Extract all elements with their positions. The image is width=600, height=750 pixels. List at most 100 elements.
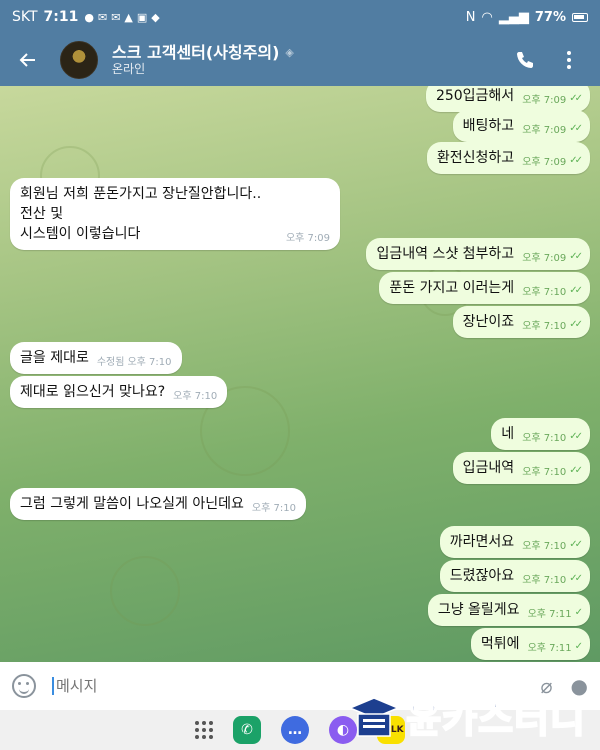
- message-meta: 오후 7:11 ✓: [527, 639, 584, 654]
- read-check-icon: ✓✓: [569, 285, 583, 296]
- nfc-icon: N: [465, 9, 476, 25]
- chat-title-row: 스크 고객센터(사칭주의) ◈: [112, 43, 294, 62]
- edited-label: 수정됨: [96, 357, 125, 368]
- message-time: 오후 7:09: [522, 95, 567, 106]
- signal-icon: ▂▄▆: [498, 9, 529, 25]
- message-time: 오후 7:09: [522, 253, 567, 264]
- read-check-icon: ✓✓: [569, 319, 583, 330]
- message-text: 제대로 읽으신거 맞나요?: [20, 384, 166, 400]
- message-meta: 오후 7:09 ✓✓: [522, 91, 583, 106]
- message-text: 회원님 저희 푼돈가지고 장난질안합니다.. 전산 및 시스템이 이렇습니다: [20, 186, 262, 242]
- message-bubble[interactable]: 까라면서요 오후 7:10 ✓✓: [439, 526, 590, 558]
- message-meta: 오후 7:10 ✓✓: [522, 537, 583, 552]
- read-check-icon: ✓✓: [569, 465, 583, 476]
- chat-status: 온라인: [112, 62, 146, 77]
- status-right: N ◠ ▂▄▆ 77%: [466, 10, 588, 25]
- message-meta: 오후 7:10 ✓✓: [522, 317, 583, 332]
- message-meta: 오후 7:09 ✓✓: [522, 249, 583, 264]
- message-bubble[interactable]: 그냥 올릴게요 오후 7:11 ✓: [427, 594, 590, 626]
- emoji-icon[interactable]: [12, 674, 36, 698]
- mute-icon: ◈: [285, 46, 294, 60]
- message-bubble[interactable]: 푼돈 가지고 이러는게 오후 7:10 ✓✓: [379, 272, 590, 304]
- message-text: 푼돈 가지고 이러는게: [389, 280, 515, 296]
- message-bubble[interactable]: 장난이죠 오후 7:10 ✓✓: [452, 306, 590, 338]
- message-time: 오후 7:10: [522, 541, 567, 552]
- carrier-label: SKT: [12, 9, 38, 25]
- message-meta: 오후 7:10 ✓✓: [522, 283, 583, 298]
- image-notification-icon: ▣: [136, 10, 148, 24]
- status-left: SKT 7:11 ● ✉ ✉ ▲ ▣ ◆: [12, 9, 160, 25]
- message-meta: 오후 7:11 ✓: [527, 605, 584, 620]
- message-meta: 오후 7:09: [286, 229, 330, 244]
- message-time: 오후 7:10: [522, 321, 567, 332]
- warning-notification-icon: ▲: [124, 10, 133, 24]
- message-text: 환전신청하고: [436, 150, 515, 166]
- message-list[interactable]: 250입금해서 오후 7:09 ✓✓ 배팅하고 오후 7:09 ✓✓ 환전신청하고 …: [0, 86, 600, 662]
- more-notification-icon: ◆: [151, 10, 160, 24]
- message-bubble[interactable]: 글을 제대로 수정됨 오후 7:10: [10, 342, 182, 374]
- message-bubble[interactable]: 드렸잖아요 오후 7:10 ✓✓: [439, 560, 590, 592]
- status-bar: SKT 7:11 ● ✉ ✉ ▲ ▣ ◆ N ◠ ▂▄▆ 77%: [0, 0, 600, 34]
- back-arrow-icon[interactable]: [10, 42, 46, 78]
- chat-notification-icon: ●: [84, 10, 94, 24]
- message-text: 입금내역 스샷 첨부하고: [376, 246, 515, 262]
- message-bubble[interactable]: 그럼 그렇게 말씀이 나오실게 아닌데요 오후 7:10: [10, 488, 306, 520]
- message-time: 오후 7:10: [173, 391, 218, 402]
- notification-icons: ● ✉ ✉ ▲ ▣ ◆: [84, 11, 159, 24]
- message-text: 네: [501, 426, 515, 442]
- message-time: 오후 7:10: [522, 287, 567, 298]
- messages-app-icon[interactable]: …: [281, 716, 309, 744]
- message-time: 오후 7:10: [522, 467, 567, 478]
- message-time: 오후 7:10: [127, 357, 172, 368]
- message-text: 그럼 그렇게 말씀이 나오실게 아닌데요: [20, 496, 244, 512]
- read-check-icon: ✓✓: [569, 123, 583, 134]
- message-time: 오후 7:09: [522, 125, 567, 136]
- message-text: 배팅하고: [462, 118, 515, 134]
- message-time: 오후 7:11: [527, 643, 572, 654]
- message-time: 오후 7:11: [527, 609, 572, 620]
- message-meta: 오후 7:09 ✓✓: [522, 121, 583, 136]
- message-text: 그냥 올릴게요: [437, 602, 520, 618]
- message-time: 오후 7:09: [522, 157, 567, 168]
- message-time: 오후 7:09: [285, 233, 330, 244]
- avatar[interactable]: [60, 41, 98, 79]
- wifi-icon: ◠: [481, 9, 493, 25]
- message-meta: 오후 7:10 ✓✓: [522, 571, 583, 586]
- watermark-logo: 윤카스터디: [348, 688, 586, 743]
- read-check-icon: ✓✓: [569, 251, 583, 262]
- message-bubble[interactable]: 250입금해서 오후 7:09 ✓✓: [425, 86, 590, 112]
- message-bubble[interactable]: 입금내역 오후 7:10 ✓✓: [452, 452, 590, 484]
- chat-title: 스크 고객센터(사칭주의): [112, 43, 280, 63]
- message-bubble[interactable]: 환전신청하고 오후 7:09 ✓✓: [426, 142, 590, 174]
- message-bubble[interactable]: 네 오후 7:10 ✓✓: [491, 418, 590, 450]
- app-drawer-icon[interactable]: [195, 721, 213, 739]
- watermark-text: 윤카스터디: [405, 696, 586, 742]
- header-actions: [512, 47, 590, 73]
- phone-app-icon[interactable]: ✆: [233, 716, 261, 744]
- message-bubble[interactable]: 먹튀에 오후 7:11 ✓: [470, 628, 590, 660]
- read-check-icon: ✓✓: [569, 155, 583, 166]
- message-bubble[interactable]: 회원님 저희 푼돈가지고 장난질안합니다.. 전산 및 시스템이 이렇습니다 오…: [10, 178, 340, 250]
- phone-call-icon[interactable]: [512, 47, 538, 73]
- message-bubble[interactable]: 제대로 읽으신거 맞나요? 오후 7:10: [10, 376, 228, 408]
- message-text: 250입금해서: [435, 88, 515, 104]
- message-time: 오후 7:10: [522, 433, 567, 444]
- more-options-icon[interactable]: [556, 47, 582, 73]
- read-check-icon: ✓✓: [569, 431, 583, 442]
- message-bubble[interactable]: 배팅하고 오후 7:09 ✓✓: [452, 110, 590, 142]
- message-text: 입금내역: [462, 460, 515, 476]
- message-meta: 오후 7:10: [252, 499, 296, 514]
- battery-label: 77%: [534, 9, 566, 25]
- graduation-cap-icon: [348, 696, 401, 737]
- message-meta: 오후 7:10 ✓✓: [522, 429, 583, 444]
- message-bubble[interactable]: 입금내역 스샷 첨부하고 오후 7:09 ✓✓: [366, 238, 590, 270]
- read-check-icon: ✓: [574, 641, 584, 652]
- read-check-icon: ✓: [574, 607, 584, 618]
- mail-notification-icon: ✉: [111, 10, 121, 24]
- message-text: 까라면서요: [449, 534, 515, 550]
- background-doodle: [110, 556, 180, 626]
- message-text: 먹튀에: [480, 636, 520, 652]
- message-time: 오후 7:10: [522, 575, 567, 586]
- battery-icon: [572, 12, 588, 22]
- chat-title-area[interactable]: 스크 고객센터(사칭주의) ◈ 온라인: [112, 43, 294, 77]
